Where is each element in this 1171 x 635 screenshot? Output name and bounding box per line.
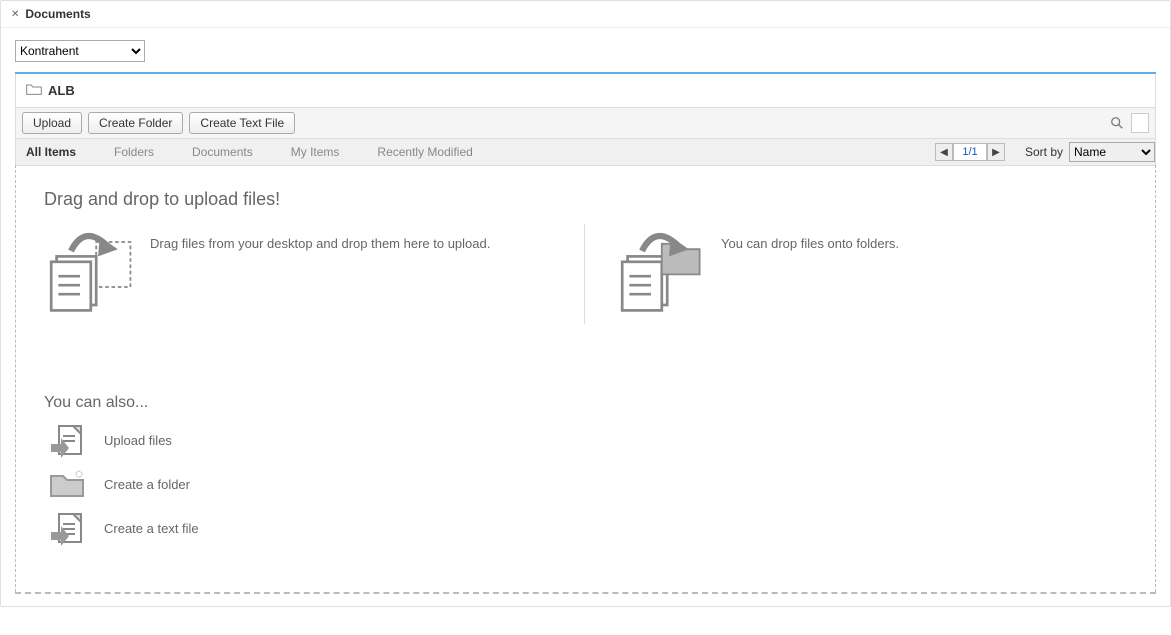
- upload-file-icon: [44, 420, 90, 460]
- search-input[interactable]: [1131, 113, 1149, 133]
- collapse-icon[interactable]: ✕︎: [11, 9, 19, 20]
- drop-folder-icon: [615, 224, 705, 314]
- panel-header: ✕︎ Documents: [1, 1, 1170, 28]
- tab-all-items[interactable]: All Items: [16, 139, 104, 165]
- breadcrumb-folder[interactable]: ALB: [48, 83, 75, 98]
- create-folder-button[interactable]: Create Folder: [88, 112, 183, 134]
- search-icon[interactable]: [1109, 115, 1125, 131]
- divider: [584, 224, 585, 324]
- drop-hint-2-text: You can drop files onto folders.: [721, 224, 899, 251]
- also-create-folder[interactable]: Create a folder: [44, 464, 1127, 504]
- new-textfile-icon: [44, 508, 90, 548]
- sort-select[interactable]: Name: [1069, 142, 1155, 162]
- pager-info: 1/1: [953, 143, 987, 161]
- also-heading: You can also...: [44, 394, 1127, 412]
- also-create-textfile[interactable]: Create a text file: [44, 508, 1127, 548]
- breadcrumb: ALB: [15, 74, 1156, 108]
- drop-hint-2: You can drop files onto folders.: [615, 218, 899, 314]
- also-upload-files[interactable]: Upload files: [44, 420, 1127, 460]
- sort-controls: Sort by Name: [1025, 142, 1155, 162]
- content-frame: ALB Upload Create Folder Create Text Fil…: [15, 72, 1156, 594]
- drop-hint-1-text: Drag files from your desktop and drop th…: [150, 224, 490, 251]
- drop-hint-1: Drag files from your desktop and drop th…: [44, 218, 554, 314]
- documents-panel: ✕︎ Documents Kontrahent ALB Upload Creat…: [0, 0, 1171, 607]
- tab-folders[interactable]: Folders: [104, 139, 182, 165]
- pager-next-button[interactable]: ▶: [987, 143, 1005, 161]
- filter-tabs: All Items Folders Documents My Items Rec…: [15, 139, 1156, 166]
- toolbar: Upload Create Folder Create Text File: [15, 108, 1156, 139]
- create-textfile-button[interactable]: Create Text File: [189, 112, 295, 134]
- also-block: You can also... Upload files: [44, 394, 1127, 548]
- tab-my-items[interactable]: My Items: [281, 139, 368, 165]
- pager-prev-button[interactable]: ◀: [935, 143, 953, 161]
- tab-documents[interactable]: Documents: [182, 139, 281, 165]
- folder-icon: [26, 82, 42, 99]
- panel-title: Documents: [25, 7, 90, 21]
- drop-file-icon: [44, 224, 134, 314]
- sort-label: Sort by: [1025, 145, 1063, 159]
- drop-area[interactable]: Drag and drop to upload files!: [15, 165, 1156, 592]
- upload-button[interactable]: Upload: [22, 112, 82, 134]
- tab-recently-modified[interactable]: Recently Modified: [367, 139, 500, 165]
- also-textfile-label: Create a text file: [104, 521, 199, 536]
- also-upload-label: Upload files: [104, 433, 172, 448]
- selector-row: Kontrahent: [15, 40, 1156, 62]
- type-select[interactable]: Kontrahent: [15, 40, 145, 62]
- new-folder-icon: [44, 464, 90, 504]
- pager: ◀ 1/1 ▶: [935, 143, 1005, 161]
- dropzone-heading: Drag and drop to upload files!: [44, 189, 1127, 210]
- also-folder-label: Create a folder: [104, 477, 190, 492]
